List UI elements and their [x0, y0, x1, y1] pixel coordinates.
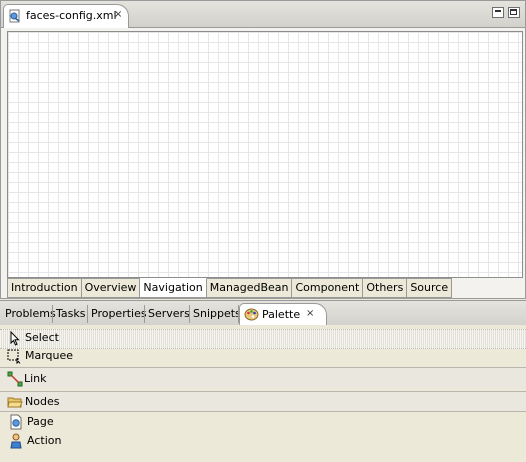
tab-servers[interactable]: Servers	[146, 305, 192, 324]
tab-component[interactable]: Component	[292, 278, 364, 298]
palette-tab-close-icon[interactable]: ×	[306, 308, 314, 319]
select-tool-row[interactable]	[0, 329, 526, 349]
nodes-drawer-header[interactable]: Nodes	[7, 393, 59, 410]
tab-snippets[interactable]: Snippets	[191, 305, 243, 324]
select-tool[interactable]: Select	[6, 329, 59, 346]
editor-tab-close-icon[interactable]: ×	[114, 9, 122, 20]
tab-managedbean[interactable]: ManagedBean	[206, 278, 293, 298]
tab-properties[interactable]: Properties	[89, 305, 149, 324]
editor-tab-faces-config[interactable]: faces-config.xml ×	[3, 4, 129, 28]
select-tool-label: Select	[25, 331, 59, 344]
palette-view: Select Marquee Link Nodes Page Action	[0, 325, 526, 462]
marquee-tool[interactable]: Marquee	[6, 347, 73, 364]
page-tool-label: Page	[27, 415, 54, 428]
marquee-tool-label: Marquee	[25, 349, 74, 362]
tab-source[interactable]: Source	[407, 278, 453, 298]
marquee-icon	[6, 348, 22, 364]
tab-palette[interactable]: Palette ×	[239, 303, 327, 326]
page-icon	[8, 414, 24, 430]
link-tool-label: Link	[24, 372, 47, 385]
action-tool-label: Action	[27, 434, 62, 447]
action-icon	[8, 433, 24, 449]
editor-page-tabs: Introduction Overview Navigation Managed…	[7, 278, 453, 298]
tab-navigation[interactable]: Navigation	[140, 278, 207, 298]
arrow-cursor-icon	[6, 330, 22, 346]
palette-tab-label: Palette	[262, 308, 301, 321]
minimize-icon[interactable]	[492, 7, 504, 18]
nodes-drawer[interactable]	[0, 391, 526, 412]
action-tool[interactable]: Action	[8, 432, 61, 449]
faces-config-file-icon	[8, 9, 22, 26]
tab-others[interactable]: Others	[363, 278, 408, 298]
nodes-drawer-label: Nodes	[25, 395, 60, 408]
link-drawer-bg	[0, 367, 526, 388]
maximize-icon[interactable]	[508, 7, 520, 18]
link-tool[interactable]: Link	[7, 370, 47, 387]
editor-tab-label: faces-config.xml	[26, 9, 117, 22]
editor-pane: faces-config.xml × Introduction Overview…	[0, 0, 526, 299]
folder-open-icon	[7, 394, 23, 410]
palette-icon	[244, 307, 259, 325]
navigation-canvas[interactable]	[7, 31, 523, 278]
tab-tasks[interactable]: Tasks	[54, 305, 87, 324]
tab-problems[interactable]: Problems	[3, 305, 58, 324]
page-tool[interactable]: Page	[8, 413, 54, 430]
link-icon	[7, 371, 23, 387]
tab-overview[interactable]: Overview	[81, 278, 141, 298]
views-tab-strip: Problems Tasks Properties Servers Snippe…	[0, 300, 526, 326]
tab-introduction[interactable]: Introduction	[7, 278, 82, 298]
editor-tab-strip: faces-config.xml ×	[1, 1, 525, 28]
